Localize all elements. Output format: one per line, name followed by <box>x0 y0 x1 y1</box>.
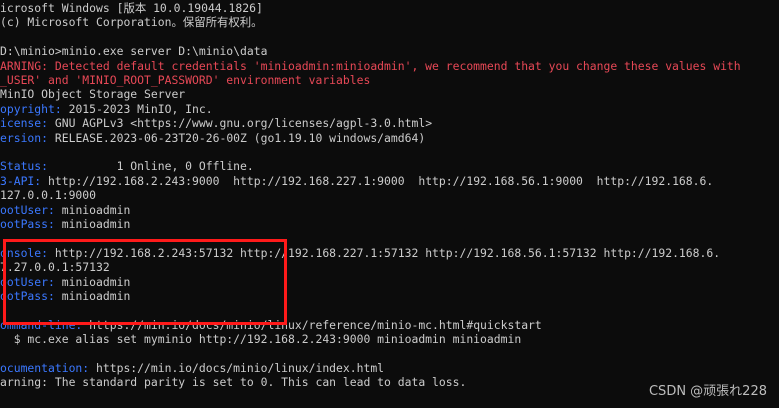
output-text: 1 Online, 0 Offline. <box>48 159 254 174</box>
field-label: ootUser: <box>0 274 55 289</box>
output-text: minioadmin <box>54 217 131 231</box>
field-label: 3-API: <box>0 173 42 188</box>
field-label: ootPass: <box>0 217 55 231</box>
output-text: D:\minio>minio.exe server D:\minio\data <box>0 44 268 59</box>
output-text: MinIO Object Storage Server <box>0 87 186 102</box>
output-text: 2015-2023 MinIO, Inc. <box>61 101 213 116</box>
terminal-line: _USER' and 'MINIO_ROOT_PASSWORD' environ… <box>0 73 779 87</box>
output-text: GNU AGPLv3 <https://www.gnu.org/licenses… <box>48 116 433 131</box>
terminal-line: D:\minio>minio.exe server D:\minio\data <box>0 44 779 58</box>
field-label: Status: <box>0 159 49 174</box>
output-text: arning: The standard parity is set to 0.… <box>0 375 467 390</box>
field-label: ootPass: <box>0 289 55 303</box>
terminal-line: 127.0.0.1:9000 <box>0 188 779 202</box>
terminal-window[interactable]: icrosoft Windows [版本 10.0.19044.1826] (c)… <box>0 0 779 408</box>
terminal-line: ocumentation: https://min.io/docs/minio/… <box>0 361 779 375</box>
field-label: icense: <box>0 116 49 131</box>
terminal-line: $ mc.exe alias set myminio http://192.16… <box>0 332 779 346</box>
output-text: RELEASE.2023-06-23T20-26-00Z (go1.19.10 … <box>48 130 426 145</box>
terminal-line: ootUser: minioadmin <box>0 275 779 289</box>
warning-text: _USER' and 'MINIO_ROOT_PASSWORD' environ… <box>0 73 371 87</box>
output-text: $ mc.exe alias set myminio http://192.16… <box>0 332 522 347</box>
output-text: https://min.io/docs/minio/linux/index.ht… <box>89 361 385 375</box>
output-text: icrosoft Windows [版本 10.0.19044.1826] <box>0 1 263 15</box>
terminal-line: onsole: http://192.168.2.243:57132 http:… <box>0 246 779 260</box>
terminal-line: ommand-line: https://min.io/docs/minio/l… <box>0 318 779 332</box>
terminal-line: icrosoft Windows [版本 10.0.19044.1826] <box>0 1 779 15</box>
field-label: opyright: <box>0 101 62 116</box>
terminal-line: ootPass: minioadmin <box>0 289 779 303</box>
output-text: minioadmin <box>54 274 131 289</box>
output-text: http://192.168.2.243:9000 http://192.168… <box>41 173 714 188</box>
field-label: ocumentation: <box>0 361 90 375</box>
terminal-line: (c) Microsoft Corporation。保留所有权利。 <box>0 15 779 29</box>
output-text: minioadmin <box>54 289 131 303</box>
output-text: 127.0.0.1:9000 <box>0 188 97 203</box>
field-label: ootUser: <box>0 202 55 217</box>
warning-text: ARNING: Detected default credentials 'mi… <box>0 58 741 73</box>
field-label: onsole: <box>0 245 49 260</box>
terminal-line: MinIO Object Storage Server <box>0 87 779 101</box>
terminal-line: opyright: 2015-2023 MinIO, Inc. <box>0 102 779 116</box>
terminal-line: ARNING: Detected default credentials 'mi… <box>0 59 779 73</box>
output-text: minioadmin <box>54 202 131 217</box>
terminal-line: icense: GNU AGPLv3 <https://www.gnu.org/… <box>0 116 779 130</box>
csdn-watermark: CSDN @顽張れ228 <box>648 384 767 399</box>
output-text: 7.27.0.0.1:57132 <box>0 260 110 275</box>
output-text: (c) Microsoft Corporation。保留所有权利。 <box>0 15 263 30</box>
terminal-line: ootPass: minioadmin <box>0 217 779 231</box>
terminal-line: 3-API: http://192.168.2.243:9000 http://… <box>0 174 779 188</box>
terminal-line: ootUser: minioadmin <box>0 203 779 217</box>
terminal-line: 7.27.0.0.1:57132 <box>0 260 779 274</box>
field-label: ersion: <box>0 130 49 145</box>
output-text: https://min.io/docs/minio/linux/referenc… <box>82 317 542 332</box>
terminal-line: ersion: RELEASE.2023-06-23T20-26-00Z (go… <box>0 131 779 145</box>
output-text: http://192.168.2.243:57132 http://192.16… <box>48 245 721 260</box>
terminal-line: Status: 1 Online, 0 Offline. <box>0 159 779 173</box>
field-label: ommand-line: <box>0 317 83 332</box>
